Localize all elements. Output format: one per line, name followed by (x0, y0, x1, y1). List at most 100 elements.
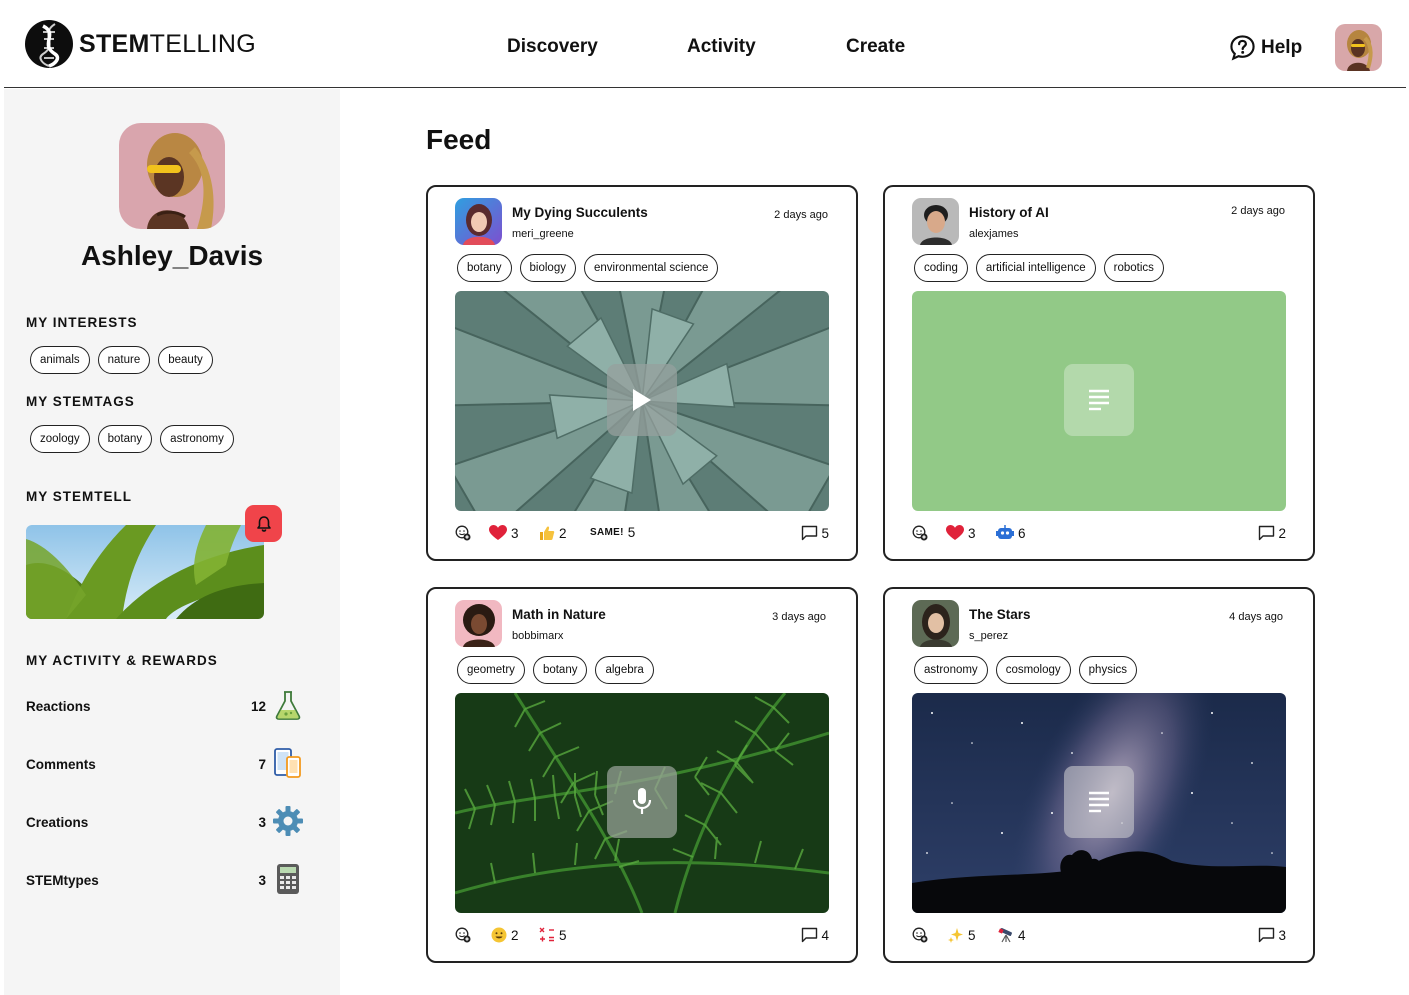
robot-icon (996, 525, 1014, 539)
comments-button[interactable]: 5 (801, 525, 829, 541)
tag-chip[interactable]: botany (457, 254, 512, 282)
tag-chip[interactable]: artificial intelligence (975, 254, 1096, 282)
comments-button[interactable]: 4 (801, 927, 829, 943)
open-document-button[interactable] (1064, 766, 1134, 838)
author-avatar[interactable] (912, 198, 959, 245)
document-icon (1089, 791, 1109, 813)
reaction-robot[interactable]: 6 (996, 525, 1026, 541)
add-emoji-icon (912, 525, 928, 541)
reaction-bar: 3 6 2 (912, 525, 1286, 545)
stemtag-chip[interactable]: botany (97, 425, 153, 453)
comment-icon (1259, 525, 1275, 541)
stemtag-chip[interactable]: zoology (30, 425, 90, 453)
heart-icon (946, 525, 964, 540)
post-time: 2 days ago (1231, 205, 1285, 217)
stat-stemtypes[interactable]: STEMtypes 3 (26, 863, 306, 899)
stat-reactions[interactable]: Reactions 12 (26, 689, 306, 725)
add-reaction-button[interactable] (455, 525, 471, 541)
interest-chip[interactable]: animals (30, 346, 90, 374)
post-media-document[interactable] (912, 693, 1286, 913)
reaction-telescope[interactable]: 4 (998, 927, 1026, 943)
profile-avatar[interactable] (119, 123, 225, 229)
notification-bell-button[interactable] (245, 505, 282, 542)
post-card[interactable]: The Stars s_perez 4 days ago astronomy c… (883, 587, 1315, 963)
post-title[interactable]: My Dying Succulents (512, 205, 648, 220)
post-title[interactable]: The Stars (969, 607, 1031, 622)
stat-value: 12 (250, 699, 266, 714)
stat-comments[interactable]: Comments 7 (26, 747, 306, 783)
author-avatar[interactable] (455, 198, 502, 245)
stat-label: Comments (26, 757, 96, 772)
profile-name: Ashley_Davis (80, 240, 264, 271)
reaction-sparkles[interactable]: 5 (948, 927, 976, 943)
post-card[interactable]: My Dying Succulents meri_greene 2 days a… (426, 185, 858, 561)
post-author[interactable]: alexjames (969, 228, 1019, 240)
help-label: Help (1261, 36, 1303, 58)
post-title[interactable]: Math in Nature (512, 607, 606, 622)
post-title[interactable]: History of AI (969, 205, 1049, 220)
tag-chip[interactable]: geometry (457, 656, 525, 684)
author-avatar[interactable] (912, 600, 959, 647)
reaction-count: 5 (968, 927, 976, 943)
comment-count: 3 (1278, 927, 1286, 943)
reaction-thumbs-up[interactable]: 2 (539, 525, 567, 541)
reaction-same[interactable]: SAME! 5 (590, 525, 635, 540)
tag-chip[interactable]: algebra (595, 656, 654, 684)
reaction-smile[interactable]: 2 (491, 927, 519, 943)
stemtag-chip[interactable]: astronomy (160, 425, 234, 453)
reaction-heart[interactable]: 3 (489, 525, 519, 541)
post-author[interactable]: meri_greene (512, 228, 574, 240)
nav-create[interactable]: Create (846, 36, 905, 58)
post-card[interactable]: History of AI alexjames 2 days ago codin… (883, 185, 1315, 561)
stemtell-thumbnail[interactable] (26, 525, 264, 619)
post-author[interactable]: bobbimarx (512, 630, 563, 642)
reaction-math[interactable]: 5 (539, 927, 567, 943)
tag-chip[interactable]: robotics (1103, 254, 1164, 282)
interest-chip[interactable]: nature (97, 346, 151, 374)
post-author[interactable]: s_perez (969, 630, 1008, 642)
post-media-video[interactable] (455, 291, 829, 511)
post-card[interactable]: Math in Nature bobbimarx 3 days ago geom… (426, 587, 858, 963)
reaction-heart[interactable]: 3 (946, 525, 976, 541)
add-reaction-button[interactable] (912, 525, 928, 541)
reaction-bar: 5 4 3 (912, 927, 1286, 947)
nav-activity[interactable]: Activity (687, 36, 756, 58)
play-audio-button[interactable] (607, 766, 677, 838)
reaction-bar: 3 2 SAME! 5 5 (455, 525, 829, 545)
brand-logo[interactable]: STEMTELLING (25, 20, 256, 68)
comments-button[interactable]: 3 (1258, 927, 1286, 943)
stat-creations[interactable]: Creations 3 (26, 805, 306, 841)
comments-button[interactable]: 2 (1258, 525, 1286, 541)
add-reaction-button[interactable] (455, 927, 471, 943)
tag-chip[interactable]: biology (519, 254, 576, 282)
user-avatar-button[interactable] (1335, 24, 1382, 71)
interest-chip[interactable]: beauty (158, 346, 213, 374)
open-document-button[interactable] (1064, 364, 1134, 436)
reaction-count: 3 (968, 525, 976, 541)
author-avatar[interactable] (455, 600, 502, 647)
comment-count: 2 (1278, 525, 1286, 541)
help-icon (1230, 35, 1255, 61)
tag-chip[interactable]: environmental science (583, 254, 719, 282)
help-button[interactable]: Help (1229, 34, 1302, 61)
tag-chip[interactable]: astronomy (914, 656, 988, 684)
microphone-icon (632, 788, 652, 814)
reaction-count: 6 (1018, 525, 1026, 541)
brand-name: STEMTELLING (79, 30, 256, 59)
calculator-icon (277, 864, 299, 894)
tag-chip[interactable]: botany (532, 656, 588, 684)
post-media-audio[interactable] (455, 693, 829, 913)
tag-chip[interactable]: coding (914, 254, 968, 282)
stat-label: Reactions (26, 699, 91, 714)
tag-chip[interactable]: physics (1078, 656, 1138, 684)
play-button[interactable] (607, 364, 677, 436)
feed-title: Feed (426, 124, 492, 155)
heart-icon (489, 525, 507, 540)
comment-count: 4 (821, 927, 829, 943)
post-media-document[interactable] (912, 291, 1286, 511)
stat-label: STEMtypes (26, 873, 99, 888)
post-time: 3 days ago (772, 611, 826, 623)
nav-discovery[interactable]: Discovery (507, 36, 598, 58)
tag-chip[interactable]: cosmology (995, 656, 1071, 684)
add-reaction-button[interactable] (912, 927, 928, 943)
